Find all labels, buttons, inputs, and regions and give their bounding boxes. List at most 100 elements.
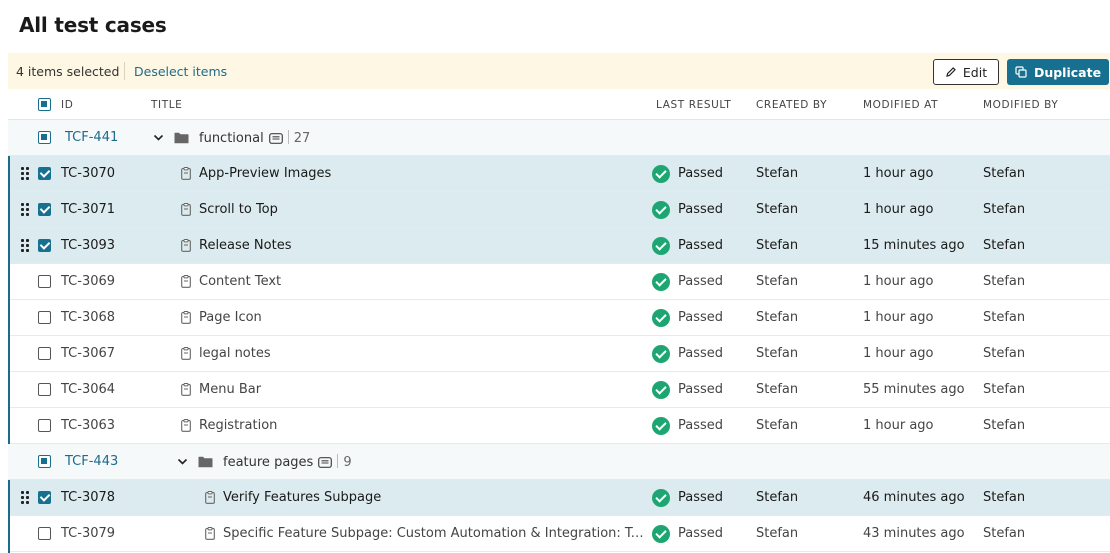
- last-result: Passed: [678, 274, 724, 289]
- clipboard-icon: [181, 347, 191, 360]
- edit-button[interactable]: Edit: [933, 59, 999, 85]
- table-row[interactable]: TC-3070 App-Preview Images Passed Stefan 1 h…: [8, 156, 1110, 192]
- test-case-id[interactable]: TC-3079: [61, 526, 115, 541]
- modified-by: Stefan: [983, 310, 1026, 325]
- table-row[interactable]: TC-3068 Page Icon Passed Stefan 1 hour ago St…: [8, 300, 1110, 336]
- created-by: Stefan: [756, 346, 799, 361]
- clipboard-icon: [181, 275, 191, 288]
- last-result: Passed: [678, 526, 724, 541]
- drag-handle-icon[interactable]: [21, 239, 29, 253]
- select-all-checkbox[interactable]: [38, 98, 51, 111]
- modified-by: Stefan: [983, 166, 1026, 181]
- clipboard-icon: [181, 311, 191, 324]
- passed-check-icon: [652, 237, 670, 255]
- duplicate-button-label: Duplicate: [1033, 64, 1102, 80]
- row-checkbox[interactable]: [38, 419, 51, 432]
- group-row[interactable]: TCF-441 functional 27: [8, 120, 1110, 156]
- test-case-title[interactable]: Content Text: [199, 274, 281, 289]
- test-case-id[interactable]: TC-3093: [61, 238, 115, 253]
- passed-check-icon: [652, 273, 670, 291]
- table-row[interactable]: TC-3079 Specific Feature Subpage: Custom …: [8, 516, 1110, 552]
- test-case-title[interactable]: Scroll to Top: [199, 202, 278, 217]
- last-result: Passed: [678, 202, 724, 217]
- test-case-title[interactable]: Release Notes: [199, 238, 291, 253]
- last-result: Passed: [678, 382, 724, 397]
- group-id-link[interactable]: TCF-443: [65, 454, 118, 469]
- test-case-id[interactable]: TC-3064: [61, 382, 115, 397]
- table-row[interactable]: TC-3078 Verify Features Subpage Passed Stef…: [8, 480, 1110, 516]
- test-case-id[interactable]: TC-3078: [61, 490, 115, 505]
- passed-check-icon: [652, 165, 670, 183]
- modified-at: 15 minutes ago: [863, 238, 965, 253]
- modified-at: 1 hour ago: [863, 418, 934, 433]
- modified-at: 46 minutes ago: [863, 490, 965, 505]
- last-result: Passed: [678, 346, 724, 361]
- modified-at: 1 hour ago: [863, 346, 934, 361]
- duplicate-button[interactable]: Duplicate: [1007, 59, 1109, 85]
- row-checkbox[interactable]: [38, 383, 51, 396]
- test-case-title[interactable]: Registration: [199, 418, 277, 433]
- table-row[interactable]: TC-3067 legal notes Passed Stefan 1 hour ago…: [8, 336, 1110, 372]
- modified-by: Stefan: [983, 346, 1026, 361]
- chevron-down-icon[interactable]: [177, 456, 188, 467]
- deselect-items-link[interactable]: Deselect items: [134, 64, 227, 79]
- row-checkbox[interactable]: [38, 527, 51, 540]
- group-checkbox[interactable]: [38, 455, 51, 468]
- table-row[interactable]: TC-3064 Menu Bar Passed Stefan 55 minutes ag…: [8, 372, 1110, 408]
- passed-check-icon: [652, 309, 670, 327]
- group-checkbox[interactable]: [38, 131, 51, 144]
- row-checkbox[interactable]: [38, 347, 51, 360]
- created-by: Stefan: [756, 382, 799, 397]
- test-case-title[interactable]: Page Icon: [199, 310, 262, 325]
- row-checkbox[interactable]: [38, 491, 51, 504]
- row-checkbox[interactable]: [38, 203, 51, 216]
- folder-icon: [198, 456, 213, 468]
- column-header-created-by[interactable]: CREATED BY: [756, 99, 827, 111]
- drag-handle-icon[interactable]: [21, 167, 29, 181]
- column-header-modified-at[interactable]: MODIFIED AT: [863, 99, 938, 111]
- clipboard-icon: [181, 167, 191, 180]
- test-case-id[interactable]: TC-3071: [61, 202, 115, 217]
- row-checkbox[interactable]: [38, 167, 51, 180]
- modified-by: Stefan: [983, 274, 1026, 289]
- row-checkbox[interactable]: [38, 239, 51, 252]
- chevron-down-icon[interactable]: [153, 132, 164, 143]
- drag-handle-icon[interactable]: [21, 203, 29, 217]
- column-header-title[interactable]: TITLE: [151, 99, 182, 111]
- table-row[interactable]: TC-3071 Scroll to Top Passed Stefan 1 hour a…: [8, 192, 1110, 228]
- modified-at: 43 minutes ago: [863, 526, 965, 541]
- test-case-title[interactable]: legal notes: [199, 346, 271, 361]
- modified-by: Stefan: [983, 238, 1026, 253]
- table-row[interactable]: TC-3093 Release Notes Passed Stefan 15 minut…: [8, 228, 1110, 264]
- table-header: ID TITLE LAST RESULT CREATED BY MODIFIED…: [8, 89, 1110, 120]
- group-name: functional: [199, 131, 264, 146]
- test-case-title[interactable]: Menu Bar: [199, 382, 261, 397]
- test-case-id[interactable]: TC-3063: [61, 418, 115, 433]
- folder-icon: [174, 132, 189, 144]
- test-case-id[interactable]: TC-3070: [61, 166, 115, 181]
- divider: [287, 130, 289, 144]
- column-header-last-result[interactable]: LAST RESULT: [656, 99, 731, 111]
- passed-check-icon: [652, 525, 670, 543]
- test-case-title[interactable]: Verify Features Subpage: [223, 490, 381, 505]
- column-header-id[interactable]: ID: [61, 99, 73, 111]
- test-case-id[interactable]: TC-3068: [61, 310, 115, 325]
- last-result: Passed: [678, 490, 724, 505]
- clipboard-icon: [205, 527, 215, 540]
- test-case-title[interactable]: Specific Feature Subpage: Custom Automat…: [223, 526, 648, 541]
- group-id-link[interactable]: TCF-441: [65, 130, 118, 145]
- row-checkbox[interactable]: [38, 311, 51, 324]
- test-case-id[interactable]: TC-3069: [61, 274, 115, 289]
- group-row[interactable]: TCF-443 feature pages 9: [8, 444, 1110, 480]
- created-by: Stefan: [756, 238, 799, 253]
- test-case-title[interactable]: App-Preview Images: [199, 166, 331, 181]
- table-row[interactable]: TC-3069 Content Text Passed Stefan 1 hour ag…: [8, 264, 1110, 300]
- column-header-modified-by[interactable]: MODIFIED BY: [983, 99, 1058, 111]
- test-case-id[interactable]: TC-3067: [61, 346, 115, 361]
- description-icon: [268, 133, 283, 144]
- clipboard-icon: [181, 239, 191, 252]
- drag-handle-icon[interactable]: [21, 491, 29, 505]
- clipboard-icon: [205, 491, 215, 504]
- row-checkbox[interactable]: [38, 275, 51, 288]
- table-row[interactable]: TC-3063 Registration Passed Stefan 1 hour ag…: [8, 408, 1110, 444]
